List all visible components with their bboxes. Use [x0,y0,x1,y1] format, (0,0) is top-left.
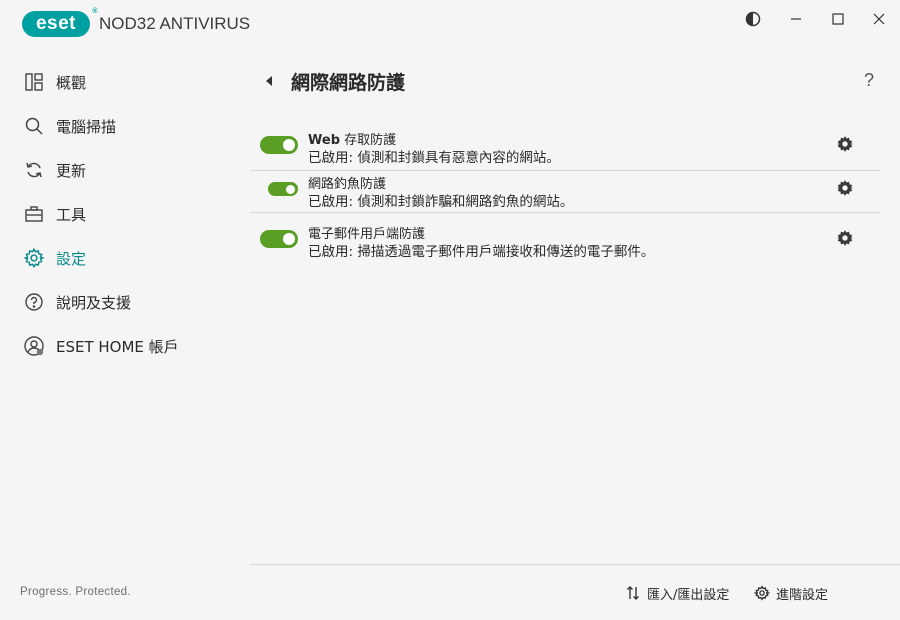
main-panel: 網際網路防護 ? Web 存取防護 已啟用: 偵測和封鎖具有惡意內容的網站。 網… [250,50,900,620]
sidebar-item-label: 概觀 [56,73,87,92]
email-client-toggle[interactable] [260,230,298,248]
web-access-toggle[interactable] [260,136,298,154]
title-bar: eset ® NOD32 ANTIVIRUS [0,0,900,50]
overview-icon [22,70,46,94]
app-logo: eset ® NOD32 ANTIVIRUS [22,8,251,37]
sidebar-item-label: 說明及支援 [56,293,132,312]
setting-description: 已啟用: 偵測和封鎖具有惡意內容的網站。 [308,150,560,166]
tagline: Progress. Protected. [20,586,131,598]
eset-logo-text: eset [35,13,77,34]
import-export-button[interactable]: 匯入/匯出設定 [625,583,729,603]
minimize-icon[interactable] [783,6,809,32]
setting-description: 已啟用: 掃描透過電子郵件用戶端接收和傳送的電子郵件。 [308,244,655,260]
back-arrow-icon[interactable] [263,73,275,87]
sidebar-item-label: ESET HOME 帳戶 [56,337,179,356]
close-icon[interactable] [866,6,892,32]
sidebar-item-computer-scan[interactable]: 電腦掃描 [22,110,116,142]
sidebar-item-label: 設定 [56,249,87,268]
row-divider [250,212,880,213]
sidebar-item-overview[interactable]: 概觀 [22,66,86,98]
advanced-setup-button[interactable]: 進階設定 [754,583,828,603]
gear-icon [754,585,770,601]
anti-phishing-toggle[interactable] [268,182,298,196]
toolbox-icon [22,202,46,226]
product-name: NOD32 ANTIVIRUS [99,14,251,33]
sidebar-item-update[interactable]: 更新 [22,154,86,186]
setting-description: 已啟用: 偵測和封鎖詐騙和網路釣魚的網站。 [308,194,574,210]
maximize-icon[interactable] [825,6,851,32]
gear-icon [22,246,46,270]
setting-row-anti-phishing: 網路釣魚防護 已啟用: 偵測和封鎖詐騙和網路釣魚的網站。 [250,172,880,212]
sidebar-item-tools[interactable]: 工具 [22,198,86,230]
sidebar-item-eset-home[interactable]: ESET HOME 帳戶 [22,330,179,362]
gear-icon[interactable] [836,179,854,197]
gear-icon[interactable] [836,135,854,153]
import-export-label: 匯入/匯出設定 [647,587,730,603]
setting-row-email-client: 電子郵件用戶端防護 已啟用: 掃描透過電子郵件用戶端接收和傳送的電子郵件。 [250,222,880,264]
page-title: 網際網路防護 [291,72,406,94]
contrast-icon[interactable] [740,6,766,32]
sidebar-item-setup[interactable]: 設定 [22,242,86,274]
footer-divider [250,564,900,565]
import-export-icon [625,585,641,601]
setting-row-web-access: Web 存取防護 已啟用: 偵測和封鎖具有惡意內容的網站。 [250,128,880,170]
row-divider [250,170,880,171]
refresh-icon [22,158,46,182]
advanced-setup-label: 進階設定 [776,587,829,603]
sidebar-item-label: 工具 [56,205,87,224]
sidebar-item-help-support[interactable]: 說明及支援 [22,286,131,318]
sidebar-item-label: 更新 [56,161,87,180]
help-icon [22,290,46,314]
help-button[interactable]: ? [864,70,874,91]
eset-logo: eset ® [22,8,98,37]
sidebar-item-label: 電腦掃描 [56,117,117,136]
sidebar: 概觀 電腦掃描 更新 工具 設定 說明及支援 ESET HOME 帳戶 [0,60,250,620]
search-icon [22,114,46,138]
gear-icon[interactable] [836,229,854,247]
account-icon [22,334,46,358]
